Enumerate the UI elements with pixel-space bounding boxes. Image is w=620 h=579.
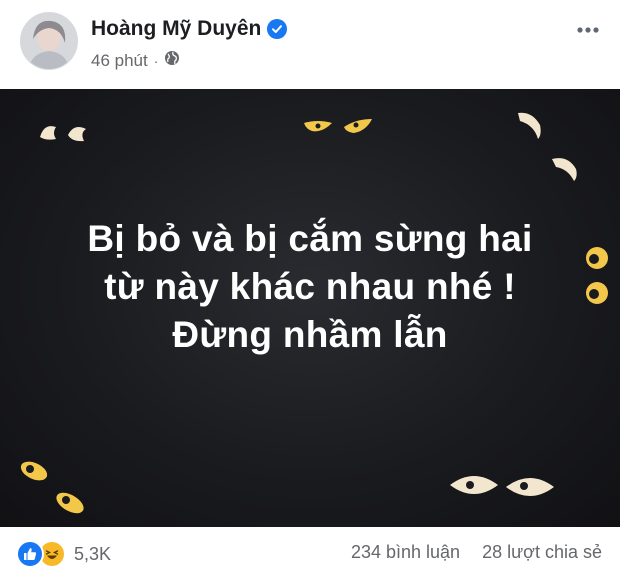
eyes-top-left — [40, 126, 86, 142]
post-text-line-3: Đừng nhầm lẫn — [172, 314, 448, 355]
eyes-top-right — [518, 112, 577, 181]
reaction-count[interactable]: 5,3K — [74, 544, 111, 565]
like-icon — [16, 540, 44, 568]
post-time[interactable]: 46 phút — [91, 51, 148, 71]
eyes-bottom-left — [20, 461, 84, 514]
reactions-summary[interactable]: 5,3K — [16, 540, 111, 568]
eyes-top-center — [304, 119, 372, 133]
more-options-button[interactable] — [570, 12, 606, 48]
author-avatar[interactable] — [20, 12, 78, 70]
author-name[interactable]: Hoàng Mỹ Duyên — [91, 17, 261, 41]
post-text-line-2: từ này khác nhau nhé ! — [104, 266, 516, 307]
globe-icon[interactable] — [164, 50, 180, 71]
post-text-line-1: Bị bỏ và bị cắm sừng hai — [87, 218, 533, 259]
meta-separator: · — [153, 52, 159, 69]
post-image-text: Bị bỏ và bị cắm sừng hai từ này khác nha… — [0, 215, 620, 359]
post-meta: 46 phút · — [91, 50, 180, 71]
more-horizontal-icon — [577, 27, 599, 33]
comments-count[interactable]: 234 bình luận — [351, 542, 460, 563]
shares-count[interactable]: 28 lượt chia sẻ — [482, 542, 602, 563]
post-footer: 5,3K 234 bình luận 28 lượt chia sẻ — [0, 528, 620, 579]
avatar-photo — [21, 13, 77, 69]
verified-badge-icon — [267, 19, 288, 39]
post-stats: 234 bình luận 28 lượt chia sẻ — [351, 542, 602, 563]
eyes-bottom-right — [450, 476, 554, 496]
author-name-row: Hoàng Mỹ Duyên — [91, 17, 288, 41]
post-header: Hoàng Mỹ Duyên 46 phút · — [0, 0, 620, 88]
post-image[interactable]: Bị bỏ và bị cắm sừng hai từ này khác nha… — [0, 89, 620, 527]
